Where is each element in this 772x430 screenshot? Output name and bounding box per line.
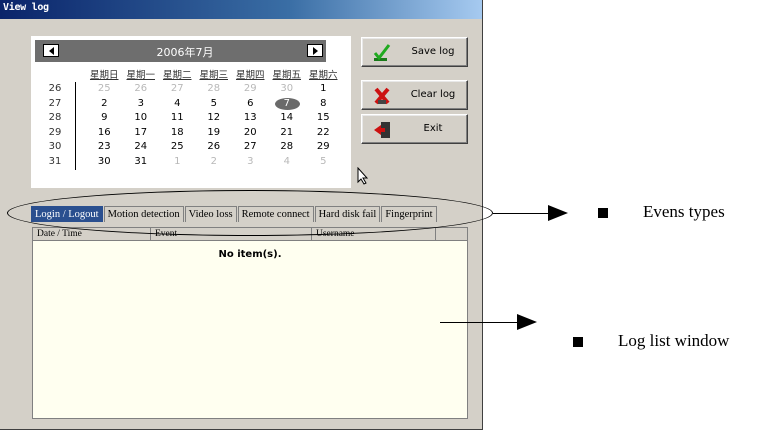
week-number: 31 xyxy=(48,155,62,167)
calendar-day[interactable]: 6 xyxy=(232,97,269,112)
events-types-arrow-line xyxy=(493,213,551,214)
calendar-day-selected[interactable]: 7 xyxy=(269,97,306,112)
exit-button[interactable]: Exit xyxy=(361,114,468,144)
calendar-week-row: 25 26 27 28 29 30 1 xyxy=(86,82,342,97)
calendar-week-row: 16 17 18 19 20 21 22 xyxy=(86,126,342,141)
title-bar[interactable]: View log xyxy=(0,0,482,19)
events-types-label: Evens types xyxy=(643,202,725,221)
calendar-day[interactable]: 9 xyxy=(86,111,123,126)
calendar-day[interactable]: 21 xyxy=(269,126,306,141)
checkmark-icon xyxy=(373,44,391,61)
calendar-day[interactable]: 31 xyxy=(123,155,160,170)
calendar-day[interactable]: 10 xyxy=(123,111,160,126)
red-x-icon xyxy=(374,87,390,105)
log-list-arrow-head xyxy=(517,314,537,330)
calendar-day[interactable]: 26 xyxy=(123,82,160,97)
calendar-day[interactable]: 2 xyxy=(86,97,123,112)
calendar-day[interactable]: 4 xyxy=(159,97,196,112)
weekday-label: 星期一 xyxy=(126,70,155,81)
arrow-right-icon xyxy=(312,46,318,55)
calendar-week-row: 23 24 25 26 27 28 29 xyxy=(86,140,342,155)
calendar-day-number: 7 xyxy=(283,97,290,109)
exit-door-icon xyxy=(374,122,390,138)
calendar-day[interactable]: 2 xyxy=(196,155,233,170)
calendar-day[interactable]: 3 xyxy=(123,97,160,112)
week-number: 29 xyxy=(48,126,62,138)
log-list-arrow-line xyxy=(440,322,520,323)
save-log-label: Save log xyxy=(411,46,455,57)
calendar-day[interactable]: 3 xyxy=(232,155,269,170)
calendar-day[interactable]: 20 xyxy=(232,126,269,141)
week-number: 30 xyxy=(48,141,62,152)
calendar-day[interactable]: 17 xyxy=(123,126,160,141)
save-log-button[interactable]: Save log xyxy=(361,37,468,67)
calendar-day[interactable]: 26 xyxy=(196,140,233,155)
calendar-day[interactable]: 18 xyxy=(159,126,196,141)
calendar-day[interactable]: 5 xyxy=(196,97,233,112)
window-title: View log xyxy=(3,2,49,13)
clear-log-button[interactable]: Clear log xyxy=(361,80,468,110)
calendar-day[interactable]: 15 xyxy=(305,111,342,126)
calendar-day[interactable]: 29 xyxy=(232,82,269,97)
weekday-label: 星期二 xyxy=(162,70,192,81)
events-types-bullet xyxy=(598,208,608,218)
calendar-week-row: 9 10 11 12 13 14 15 xyxy=(86,111,342,126)
calendar-day[interactable]: 13 xyxy=(232,111,269,126)
calendar-day[interactable]: 5 xyxy=(305,155,342,170)
calendar-day[interactable]: 27 xyxy=(232,140,269,155)
calendar-day[interactable]: 25 xyxy=(86,82,123,97)
calendar-day[interactable]: 12 xyxy=(196,111,233,126)
calendar-day[interactable]: 30 xyxy=(86,155,123,170)
week-number-divider xyxy=(75,82,76,170)
calendar-day[interactable]: 1 xyxy=(305,82,342,97)
exit-label: Exit xyxy=(423,123,443,134)
calendar-day-grid: 25 26 27 28 29 30 1 2 3 4 5 6 7 8 9 10 11 12 13 14 15 16 17 18 1… xyxy=(86,82,342,169)
weekday-label: 星期五 xyxy=(272,70,301,81)
next-month-button[interactable] xyxy=(307,44,323,57)
mouse-cursor-icon xyxy=(357,167,369,185)
calendar-day[interactable]: 4 xyxy=(269,155,306,170)
weekday-label: 星期四 xyxy=(235,70,265,81)
week-numbers: 26 27 28 29 30 31 xyxy=(45,82,65,169)
column-extra[interactable] xyxy=(436,228,467,240)
week-number: 27 xyxy=(48,97,62,109)
calendar-day[interactable]: 25 xyxy=(159,140,196,155)
calendar-day[interactable]: 19 xyxy=(196,126,233,141)
calendar-day[interactable]: 28 xyxy=(196,82,233,97)
calendar-header: 2006年7月 xyxy=(35,40,326,62)
log-list-bullet xyxy=(573,337,583,347)
week-number: 28 xyxy=(48,112,62,123)
calendar-week-row: 23456 7 8 xyxy=(86,97,342,112)
tabs-highlight-ellipse xyxy=(7,190,493,236)
calendar-day[interactable]: 29 xyxy=(305,140,342,155)
events-types-arrow-head xyxy=(548,205,568,221)
calendar-week-row: 30 31 1 2 3 4 5 xyxy=(86,155,342,170)
arrow-left-icon xyxy=(48,46,54,55)
log-list[interactable]: Date / Time Event Username No item(s). xyxy=(32,227,468,419)
prev-month-button[interactable] xyxy=(43,44,59,57)
calendar-day[interactable]: 28 xyxy=(269,140,306,155)
weekday-label: 星期三 xyxy=(199,70,228,81)
calendar-day[interactable]: 24 xyxy=(123,140,160,155)
weekday-label: 星期日 xyxy=(89,70,119,81)
calendar-day[interactable]: 22 xyxy=(305,126,342,141)
calendar-day[interactable]: 16 xyxy=(86,126,123,141)
calendar-day[interactable]: 14 xyxy=(269,111,306,126)
week-number: 26 xyxy=(48,83,62,94)
calendar-day[interactable]: 1 xyxy=(159,155,196,170)
calendar-month-label: 2006年7月 xyxy=(156,46,214,59)
calendar-day[interactable]: 27 xyxy=(159,82,196,97)
calendar: 2006年7月 星期日 星期一 星期二 星期三 星期四 星期五 星期六 26 27 28 29 30… xyxy=(31,36,351,188)
clear-log-label: Clear log xyxy=(410,89,456,100)
calendar-day[interactable]: 11 xyxy=(159,111,196,126)
calendar-day[interactable]: 23 xyxy=(86,140,123,155)
weekday-label: 星期六 xyxy=(308,70,338,81)
calendar-day[interactable]: 30 xyxy=(269,82,306,97)
calendar-day[interactable]: 8 xyxy=(305,97,342,112)
log-list-window-label: Log list window xyxy=(618,331,730,350)
empty-list-message: No item(s). xyxy=(218,249,282,260)
weekday-header: 星期日 星期一 星期二 星期三 星期四 星期五 星期六 xyxy=(86,67,342,81)
